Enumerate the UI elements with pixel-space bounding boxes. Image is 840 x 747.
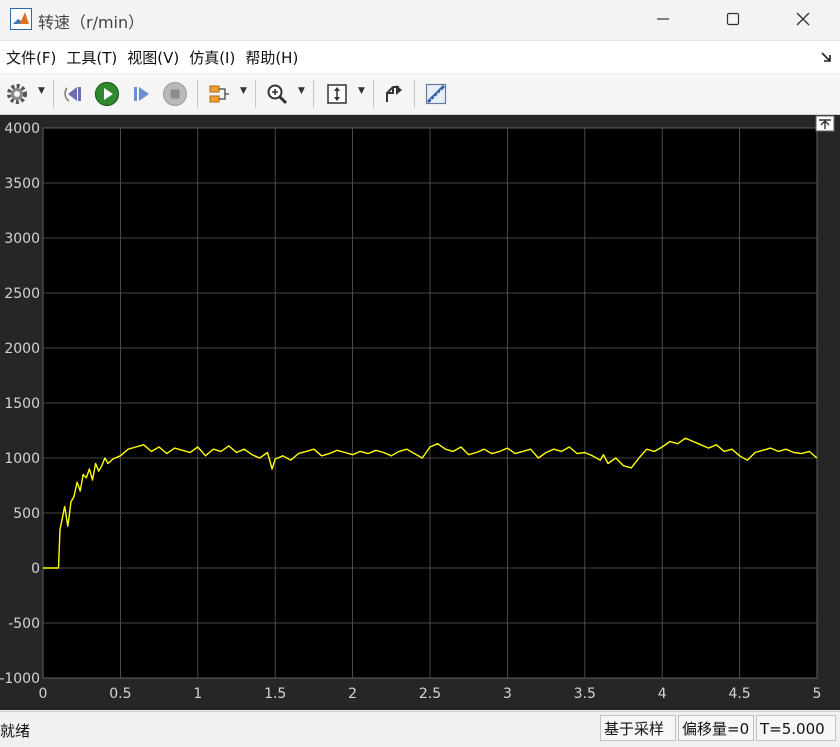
step-forward-button[interactable] <box>126 79 156 109</box>
signal-select-button[interactable] <box>204 79 234 109</box>
menu-simulation[interactable]: 仿真(I) <box>189 47 235 68</box>
sample-based-indicator: 基于采样 <box>600 715 676 741</box>
autoscale-icon <box>327 84 347 104</box>
run-button[interactable] <box>92 79 122 109</box>
settings-dropdown-icon[interactable]: ▼ <box>38 86 45 96</box>
toolbar-separator <box>255 80 256 108</box>
x-tick-label: 2 <box>348 686 357 702</box>
menu-view[interactable]: 视图(V) <box>127 47 179 68</box>
toolbar-separator <box>313 80 314 108</box>
y-tick-label: 1000 <box>4 451 40 467</box>
close-icon <box>796 12 810 26</box>
zoom-dropdown-icon[interactable]: ▼ <box>298 86 305 96</box>
highlight-block-icon <box>386 85 402 102</box>
x-tick-label: 4.5 <box>728 686 750 702</box>
stop-button[interactable] <box>160 79 190 109</box>
maximize-button[interactable] <box>710 0 756 38</box>
offset-indicator: 偏移量=0 <box>678 715 754 741</box>
minimize-icon <box>657 18 669 20</box>
gear-icon <box>7 84 27 104</box>
signal-select-dropdown-icon[interactable]: ▼ <box>240 86 247 96</box>
stop-icon <box>163 82 187 106</box>
x-tick-label: 5 <box>813 686 822 702</box>
menu-bar: 文件(F) 工具(T) 视图(V) 仿真(I) 帮助(H) <box>0 41 840 73</box>
undock-button[interactable] <box>815 115 835 132</box>
x-tick-label: 2.5 <box>419 686 441 702</box>
y-tick-label: 1500 <box>4 396 40 412</box>
x-tick-label: 1 <box>193 686 202 702</box>
y-tick-label: 0 <box>31 561 40 577</box>
y-tick-label: 2500 <box>4 286 40 302</box>
title-bar: 转速（r/min） <box>0 0 840 41</box>
x-tick-labels: 0 0.5 1 1.5 2 2.5 3 3.5 4 4.5 5 <box>39 686 822 702</box>
x-tick-label: 1.5 <box>264 686 286 702</box>
settings-button[interactable] <box>2 79 32 109</box>
x-tick-label: 4 <box>658 686 667 702</box>
run-icon <box>94 81 120 107</box>
step-back-icon <box>64 87 81 102</box>
highlight-block-button[interactable] <box>379 79 409 109</box>
zoom-icon <box>267 84 288 105</box>
y-tick-label: 4000 <box>4 121 40 137</box>
scope-plot-area: -1000 -500 0 500 1000 1500 2000 2500 3000 3500 400… <box>0 115 840 710</box>
matlab-logo-icon <box>10 8 32 30</box>
window-title: 转速（r/min） <box>38 13 145 32</box>
measurements-icon <box>425 83 447 105</box>
autoscale-button[interactable] <box>322 79 352 109</box>
signal-select-icon <box>209 85 229 103</box>
x-tick-label: 0.5 <box>109 686 131 702</box>
toolbar-separator <box>414 80 415 108</box>
toolbar-separator <box>373 80 374 108</box>
minimize-button[interactable] <box>640 0 686 38</box>
step-forward-icon <box>134 87 149 101</box>
autoscale-dropdown-icon[interactable]: ▼ <box>358 86 365 96</box>
toolbar-separator <box>53 80 54 108</box>
x-tick-label: 0 <box>39 686 48 702</box>
toolbar-separator <box>197 80 198 108</box>
menu-file[interactable]: 文件(F) <box>6 47 56 68</box>
menu-pin-icon[interactable] <box>820 51 832 63</box>
y-tick-label: 3500 <box>4 176 40 192</box>
maximize-icon <box>726 12 740 26</box>
time-indicator: T=5.000 <box>756 715 836 741</box>
y-tick-label: -1000 <box>0 671 40 687</box>
y-tick-label: 2000 <box>4 341 40 357</box>
status-ready-text: 就绪 <box>0 722 31 740</box>
y-tick-label: 3000 <box>4 231 40 247</box>
zoom-button[interactable] <box>262 79 292 109</box>
toolbar: ▼ ▼ ▼ ▼ <box>0 74 840 115</box>
y-tick-labels: -1000 -500 0 500 1000 1500 2000 2500 3000 3500 400… <box>0 121 40 687</box>
y-tick-label: -500 <box>8 616 40 632</box>
x-tick-label: 3.5 <box>574 686 596 702</box>
menu-help[interactable]: 帮助(H) <box>245 47 298 68</box>
y-tick-label: 500 <box>13 506 40 522</box>
step-back-button[interactable] <box>60 79 90 109</box>
menu-tools[interactable]: 工具(T) <box>66 47 117 68</box>
x-tick-label: 3 <box>503 686 512 702</box>
speed-chart: -1000-5000500100015002000250030003500400… <box>0 115 835 702</box>
status-bar: 就绪 基于采样 偏移量=0 T=5.000 <box>0 711 840 747</box>
close-button[interactable] <box>780 0 826 38</box>
measurements-button[interactable] <box>421 79 451 109</box>
